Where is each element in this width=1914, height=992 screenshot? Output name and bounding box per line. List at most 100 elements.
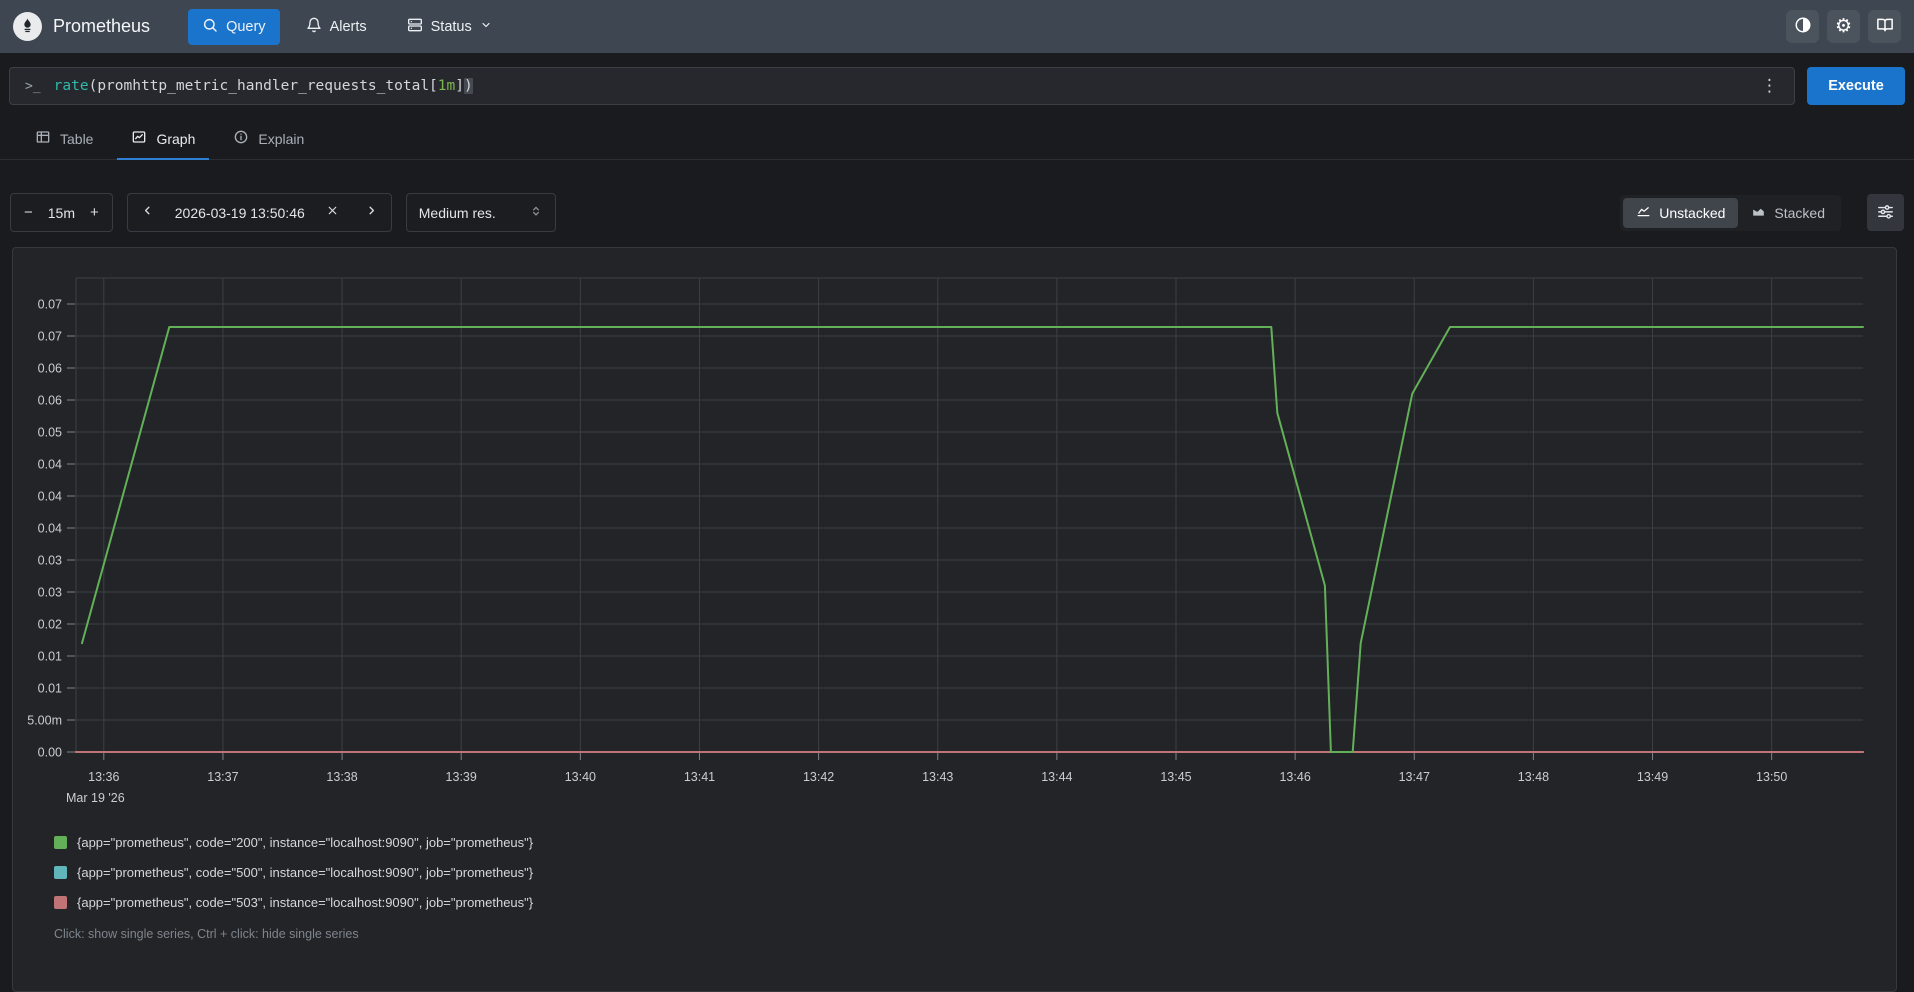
panel-tabs: Table Graph Explain <box>0 118 1914 160</box>
svg-text:13:50: 13:50 <box>1756 770 1787 784</box>
sliders-icon <box>1876 202 1895 224</box>
expression-input[interactable]: >_ rate(promhttp_metric_handler_requests… <box>9 67 1795 105</box>
resolution-value: Medium res. <box>419 205 496 221</box>
legend: {app="prometheus", code="200", instance=… <box>54 835 1896 910</box>
clear-time-button[interactable] <box>313 194 352 231</box>
query-row: >_ rate(promhttp_metric_handler_requests… <box>0 53 1914 105</box>
segment-label: Unstacked <box>1659 205 1725 221</box>
svg-text:0.00: 0.00 <box>38 746 62 760</box>
graph-canvas[interactable]: 0.070.070.060.060.050.040.040.040.030.03… <box>13 248 1896 808</box>
legend-item[interactable]: {app="prometheus", code="200", instance=… <box>54 835 1896 850</box>
token-function: rate <box>54 78 89 94</box>
svg-text:13:46: 13:46 <box>1279 770 1310 784</box>
main-navigation: Query Alerts Status <box>188 9 506 45</box>
stacking-toggle: Unstacked Stacked <box>1620 195 1841 231</box>
docs-button[interactable] <box>1868 10 1901 43</box>
svg-text:13:48: 13:48 <box>1518 770 1549 784</box>
brand: Prometheus <box>13 12 150 41</box>
tab-table[interactable]: Table <box>21 118 107 159</box>
datetime-value[interactable]: 2026-03-19 13:50:46 <box>167 205 313 221</box>
svg-text:0.06: 0.06 <box>38 362 62 376</box>
nav-item-alerts[interactable]: Alerts <box>292 9 381 45</box>
graph-toolbar: − 15m + 2026-03-19 13:50:46 Medium res. … <box>0 193 1914 232</box>
kebab-menu-icon: ⋮ <box>1761 76 1778 96</box>
settings-button[interactable]: ⚙ <box>1827 10 1860 43</box>
range-decrease-button[interactable]: − <box>11 194 46 231</box>
nav-item-label: Alerts <box>330 19 367 35</box>
unstacked-option[interactable]: Unstacked <box>1623 198 1738 228</box>
line-chart-icon <box>131 129 147 148</box>
token-paren-cursor: ) <box>464 78 473 94</box>
legend-swatch <box>54 896 67 909</box>
token-duration: 1m <box>438 78 455 94</box>
svg-text:0.01: 0.01 <box>38 650 62 664</box>
svg-text:0.07: 0.07 <box>38 330 62 344</box>
legend-item[interactable]: {app="prometheus", code="500", instance=… <box>54 865 1896 880</box>
svg-text:13:38: 13:38 <box>326 770 357 784</box>
svg-text:13:42: 13:42 <box>803 770 834 784</box>
svg-text:13:41: 13:41 <box>684 770 715 784</box>
token-bracket: ] <box>455 78 464 94</box>
chevron-left-icon <box>141 204 154 221</box>
svg-text:13:39: 13:39 <box>446 770 477 784</box>
legend-help-note: Click: show single series, Ctrl + click:… <box>54 927 1896 941</box>
tab-graph[interactable]: Graph <box>117 118 209 159</box>
svg-text:0.03: 0.03 <box>38 554 62 568</box>
token-bracket: [ <box>429 78 438 94</box>
nav-item-label: Status <box>431 19 472 35</box>
svg-text:13:43: 13:43 <box>922 770 953 784</box>
display-settings-button[interactable] <box>1867 194 1904 231</box>
info-icon <box>233 129 249 148</box>
tab-label: Table <box>60 131 93 147</box>
svg-text:0.04: 0.04 <box>38 490 62 504</box>
svg-text:5.00m: 5.00m <box>27 714 62 728</box>
time-back-button[interactable] <box>128 194 167 231</box>
svg-text:0.03: 0.03 <box>38 586 62 600</box>
tab-explain[interactable]: Explain <box>219 118 318 159</box>
range-increase-button[interactable]: + <box>77 194 112 231</box>
svg-text:0.07: 0.07 <box>38 298 62 312</box>
token-metric: promhttp_metric_handler_requests_total <box>97 78 429 94</box>
brand-title: Prometheus <box>53 16 150 37</box>
token-paren: ( <box>89 78 98 94</box>
select-updown-icon <box>529 204 543 221</box>
svg-text:Mar 19 '26: Mar 19 '26 <box>66 791 125 805</box>
stacked-option[interactable]: Stacked <box>1738 198 1838 228</box>
navbar-actions: ⚙ <box>1786 10 1901 43</box>
svg-text:0.06: 0.06 <box>38 394 62 408</box>
legend-label: {app="prometheus", code="500", instance=… <box>77 865 533 880</box>
range-value[interactable]: 15m <box>46 205 77 221</box>
area-chart-icon <box>1751 204 1766 222</box>
svg-text:13:47: 13:47 <box>1399 770 1430 784</box>
svg-text:13:49: 13:49 <box>1637 770 1668 784</box>
svg-text:13:36: 13:36 <box>88 770 119 784</box>
legend-item[interactable]: {app="prometheus", code="503", instance=… <box>54 895 1896 910</box>
tab-label: Graph <box>156 131 195 147</box>
search-icon <box>202 17 218 37</box>
prompt-icon: >_ <box>10 79 54 94</box>
close-icon <box>326 204 339 221</box>
execute-button[interactable]: Execute <box>1807 67 1905 105</box>
promql-expression[interactable]: rate(promhttp_metric_handler_requests_to… <box>54 78 1745 94</box>
book-icon <box>1876 16 1894 37</box>
nav-item-status[interactable]: Status <box>393 9 506 45</box>
line-chart-icon <box>1636 204 1651 222</box>
svg-text:13:44: 13:44 <box>1041 770 1072 784</box>
svg-text:0.04: 0.04 <box>38 458 62 472</box>
gear-icon: ⚙ <box>1835 17 1852 36</box>
datetime-picker: 2026-03-19 13:50:46 <box>127 193 392 232</box>
table-icon <box>35 129 51 148</box>
theme-toggle-button[interactable] <box>1786 10 1819 43</box>
svg-text:13:37: 13:37 <box>207 770 238 784</box>
segment-label: Stacked <box>1774 205 1825 221</box>
contrast-icon <box>1794 16 1812 37</box>
legend-label: {app="prometheus", code="503", instance=… <box>77 895 533 910</box>
chevron-down-icon <box>480 19 492 35</box>
query-options-menu-button[interactable]: ⋮ <box>1745 76 1794 96</box>
nav-item-query[interactable]: Query <box>188 9 280 45</box>
resolution-select[interactable]: Medium res. <box>406 193 556 232</box>
time-forward-button[interactable] <box>352 194 391 231</box>
svg-text:0.01: 0.01 <box>38 682 62 696</box>
tab-label: Explain <box>258 131 304 147</box>
legend-swatch <box>54 836 67 849</box>
